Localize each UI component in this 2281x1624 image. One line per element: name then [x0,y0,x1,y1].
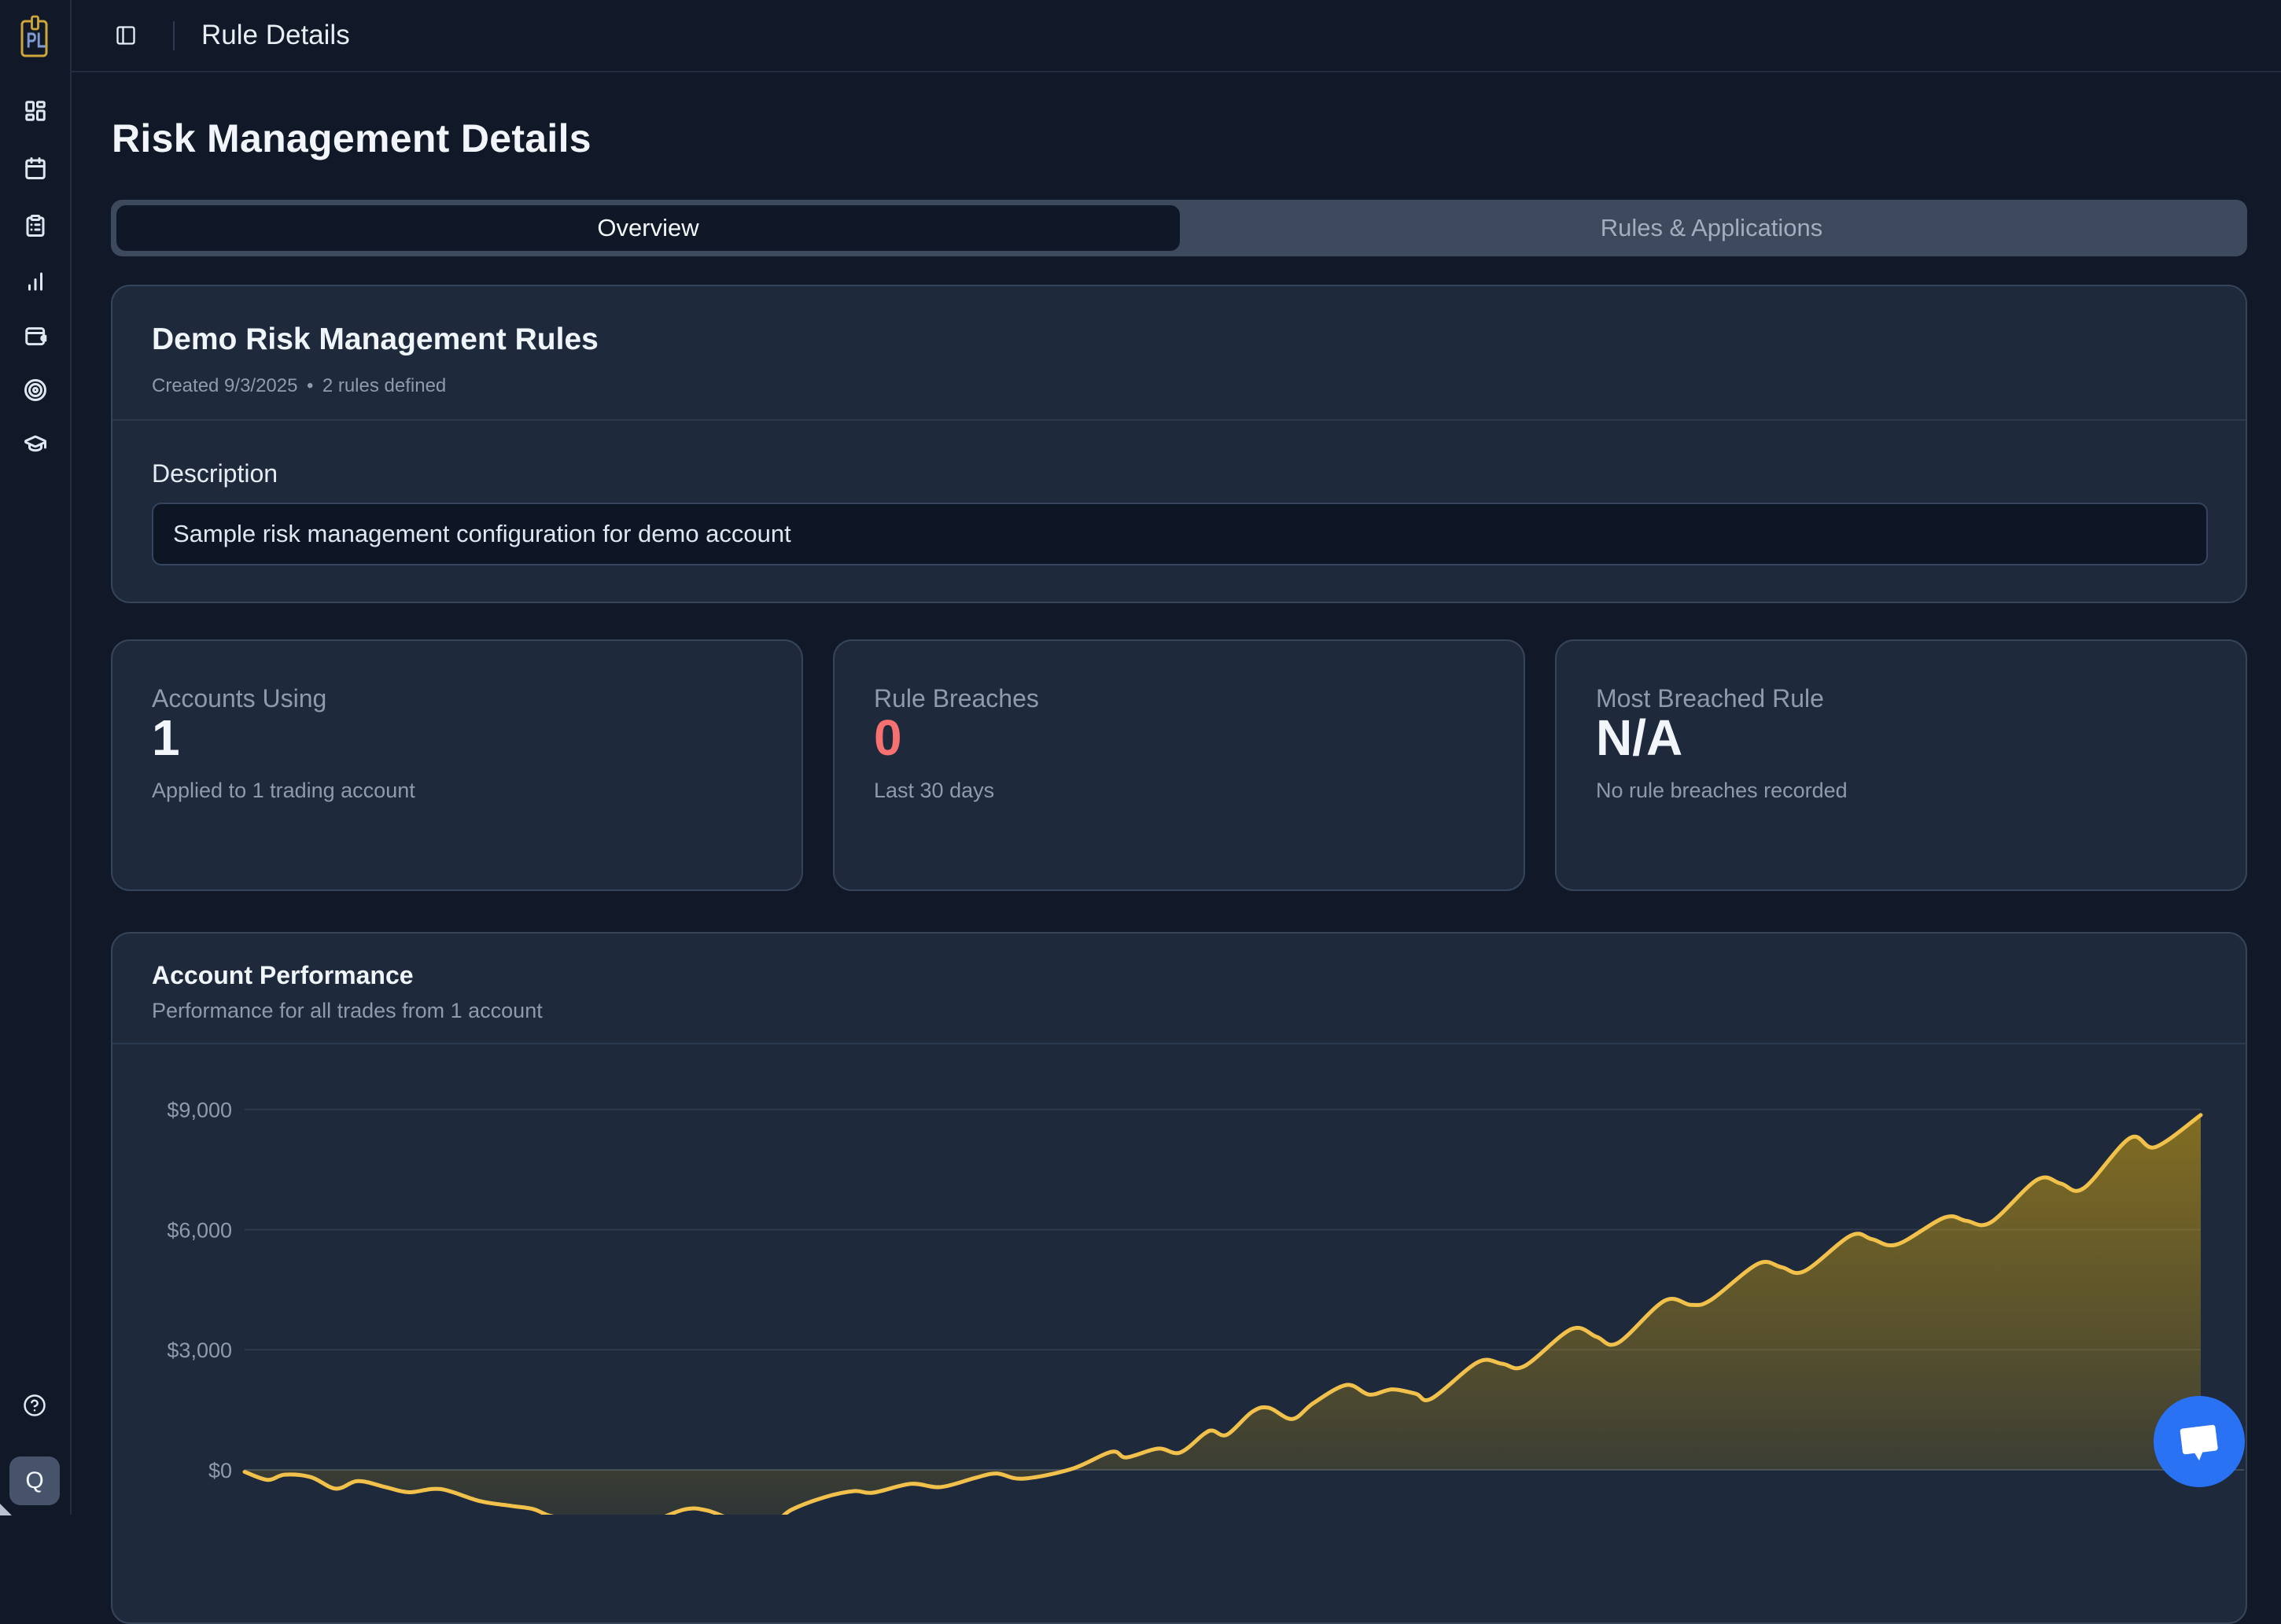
svg-text:$9,000: $9,000 [167,1099,232,1122]
svg-text:$6,000: $6,000 [167,1219,232,1243]
svg-text:$3,000: $3,000 [167,1339,232,1362]
svg-text:$0: $0 [208,1459,232,1482]
